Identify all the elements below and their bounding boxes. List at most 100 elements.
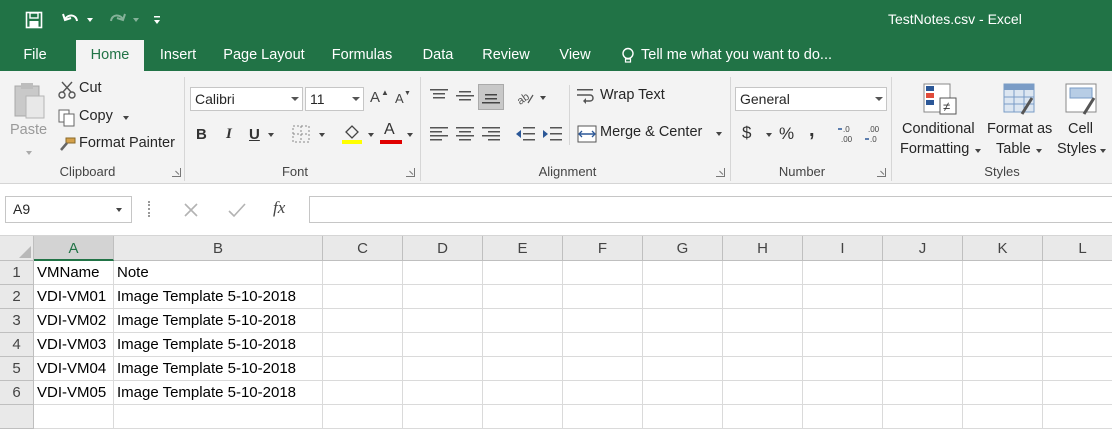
cell[interactable]: VDI-VM03 [34, 333, 114, 357]
spreadsheet-grid[interactable]: ABCDEFGHIJKL 123456 VMName Note VDI-VM01 Im… [0, 236, 1112, 429]
alignment-launcher-icon[interactable] [716, 168, 725, 177]
column-header-l[interactable]: L [1043, 236, 1112, 261]
cell[interactable] [403, 381, 483, 405]
cell[interactable] [403, 309, 483, 333]
cell[interactable] [723, 405, 803, 429]
cell[interactable] [483, 261, 563, 285]
redo-dropdown-icon[interactable] [130, 8, 142, 32]
font-launcher-icon[interactable] [406, 168, 415, 177]
cell[interactable] [403, 357, 483, 381]
cell[interactable] [883, 309, 963, 333]
fill-color-icon[interactable] [342, 123, 362, 145]
cell[interactable] [563, 357, 643, 381]
cell[interactable] [563, 381, 643, 405]
cell[interactable] [803, 357, 883, 381]
font-color-icon[interactable]: A [380, 121, 402, 147]
decrease-indent-icon[interactable] [515, 126, 535, 142]
tab-home[interactable]: Home [76, 40, 144, 71]
cell[interactable] [323, 333, 403, 357]
currency-button[interactable]: $ [742, 123, 751, 143]
column-header-a[interactable]: A [34, 236, 114, 261]
cell[interactable]: VMName [34, 261, 114, 285]
cut-button[interactable]: Cut [56, 79, 166, 101]
cell[interactable] [643, 333, 723, 357]
cell[interactable]: Image Template 5-10-2018 [114, 333, 323, 357]
tell-me-box[interactable]: Tell me what you want to do... [618, 40, 848, 71]
cell[interactable] [323, 285, 403, 309]
cell[interactable] [563, 333, 643, 357]
column-header-j[interactable]: J [883, 236, 963, 261]
column-header-k[interactable]: K [963, 236, 1043, 261]
cell[interactable]: VDI-VM04 [34, 357, 114, 381]
column-header-i[interactable]: I [803, 236, 883, 261]
increase-decimal-icon[interactable]: .0.00 [838, 124, 860, 144]
row-header[interactable]: 2 [0, 285, 34, 309]
cell[interactable] [323, 405, 403, 429]
cell[interactable] [1043, 381, 1112, 405]
decrease-font-size-icon[interactable]: A ▼ [395, 90, 415, 111]
number-format-select[interactable]: General [735, 87, 887, 111]
font-size-select[interactable]: 11 [305, 87, 364, 111]
cell[interactable] [643, 309, 723, 333]
cell[interactable]: Image Template 5-10-2018 [114, 285, 323, 309]
cell[interactable] [963, 309, 1043, 333]
column-header-h[interactable]: H [723, 236, 803, 261]
tab-insert[interactable]: Insert [150, 40, 206, 71]
percent-button[interactable]: % [779, 124, 794, 144]
increase-indent-icon[interactable] [542, 126, 562, 142]
cell[interactable] [803, 381, 883, 405]
cell[interactable]: VDI-VM05 [34, 381, 114, 405]
save-icon[interactable] [22, 8, 46, 32]
tab-view[interactable]: View [548, 40, 602, 71]
undo-dropdown-icon[interactable] [84, 8, 96, 32]
tab-formulas[interactable]: Formulas [322, 40, 402, 71]
cell[interactable] [483, 309, 563, 333]
cell[interactable] [723, 261, 803, 285]
align-top-icon[interactable] [430, 88, 448, 104]
redo-icon[interactable] [104, 8, 130, 32]
cell[interactable] [1043, 285, 1112, 309]
cell[interactable] [483, 333, 563, 357]
paste-button[interactable]: Paste [8, 77, 50, 157]
cell[interactable] [723, 309, 803, 333]
align-right-icon[interactable] [482, 127, 500, 141]
column-header-f[interactable]: F [563, 236, 643, 261]
name-box[interactable]: A9 [5, 196, 132, 223]
customize-qat-icon[interactable] [150, 8, 164, 32]
cell[interactable] [963, 285, 1043, 309]
cell[interactable] [963, 261, 1043, 285]
cell[interactable] [34, 405, 114, 429]
cell[interactable] [803, 405, 883, 429]
conditional-formatting-button[interactable]: ≠ Conditional Formatting [898, 79, 982, 163]
align-middle-icon[interactable] [456, 88, 474, 104]
cell[interactable] [483, 381, 563, 405]
formula-input[interactable] [309, 196, 1112, 223]
cell[interactable] [723, 357, 803, 381]
cell[interactable] [403, 333, 483, 357]
cell[interactable] [883, 381, 963, 405]
cell[interactable] [1043, 405, 1112, 429]
format-as-table-button[interactable]: Format as Table [984, 79, 1056, 163]
cell[interactable] [963, 405, 1043, 429]
cell[interactable] [643, 285, 723, 309]
cancel-icon[interactable] [183, 202, 199, 218]
cell[interactable] [963, 381, 1043, 405]
tab-data[interactable]: Data [412, 40, 464, 71]
cell[interactable] [1043, 309, 1112, 333]
cell[interactable]: Image Template 5-10-2018 [114, 381, 323, 405]
orientation-icon[interactable]: ab [515, 87, 535, 107]
italic-button[interactable]: I [226, 126, 232, 143]
increase-font-size-icon[interactable]: A ▲ [370, 88, 390, 109]
cell[interactable] [643, 405, 723, 429]
cell[interactable] [483, 405, 563, 429]
cell[interactable] [883, 357, 963, 381]
tab-review[interactable]: Review [472, 40, 540, 71]
wrap-text-button[interactable]: Wrap Text [577, 86, 677, 108]
cell[interactable] [643, 261, 723, 285]
copy-button[interactable]: Copy [56, 107, 166, 129]
row-header[interactable]: 4 [0, 333, 34, 357]
cell[interactable]: Image Template 5-10-2018 [114, 357, 323, 381]
row-header[interactable]: 6 [0, 381, 34, 405]
select-all-corner[interactable] [0, 236, 34, 261]
align-center-icon[interactable] [456, 127, 474, 141]
